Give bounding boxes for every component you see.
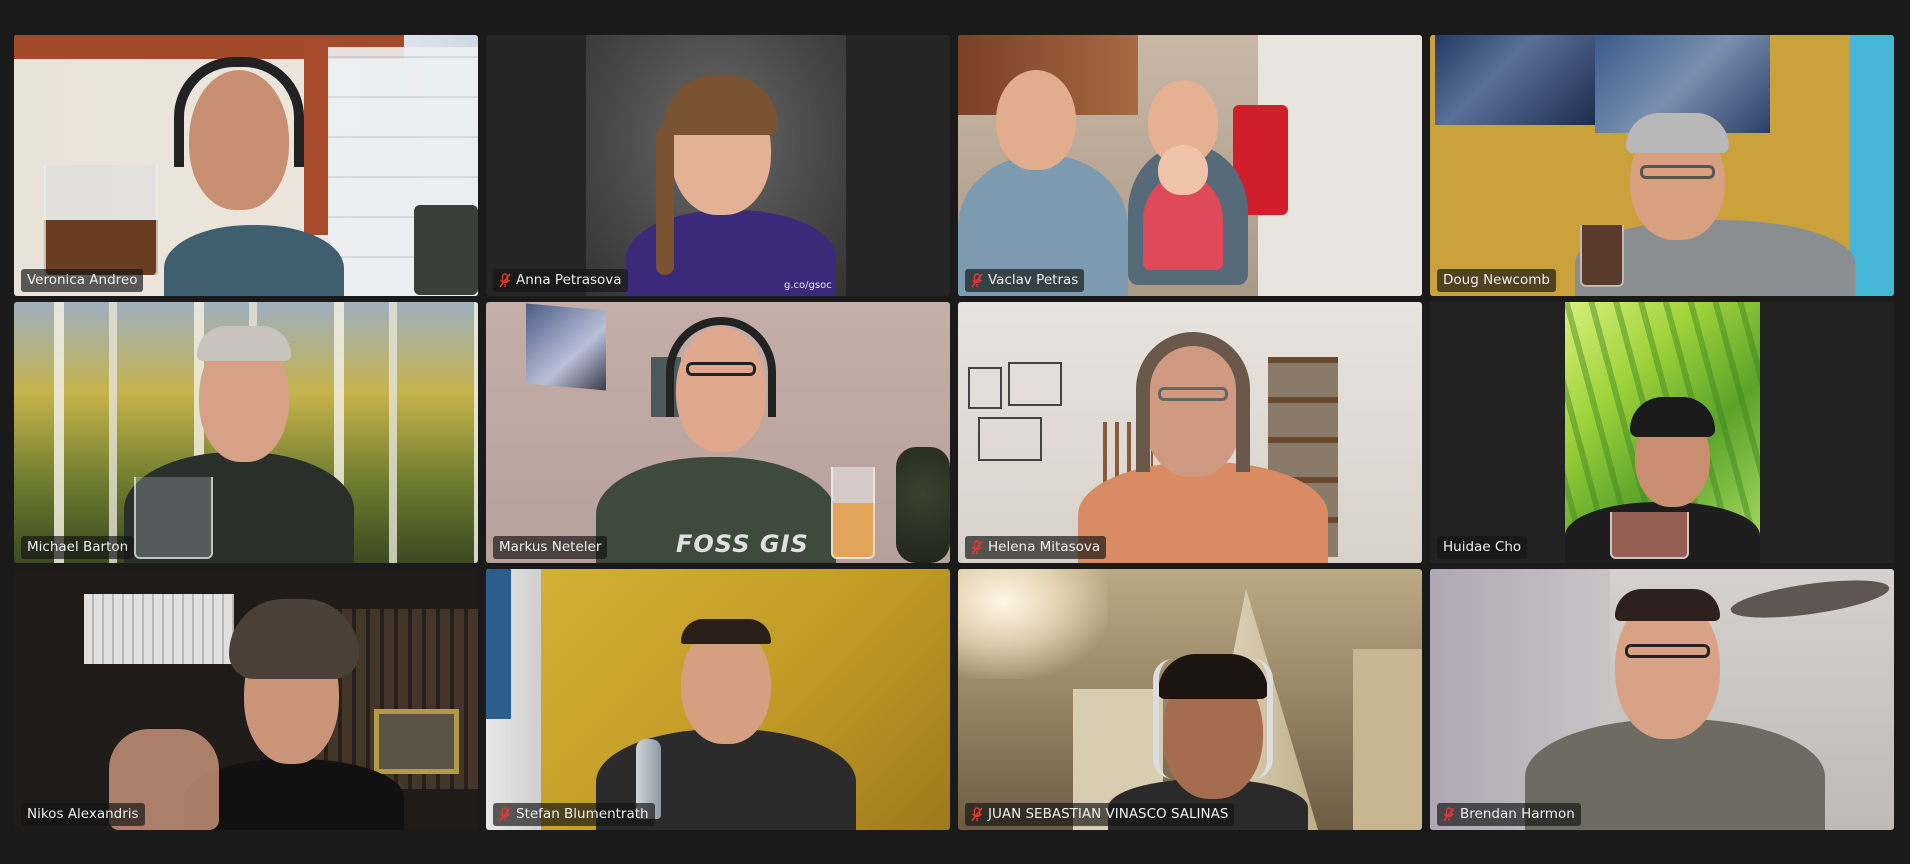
glass bbox=[1580, 225, 1624, 287]
participant-tile-veronica-andreo[interactable]: Veronica Andreo bbox=[14, 35, 478, 296]
participant-tile-michael-barton[interactable]: Michael Barton bbox=[14, 302, 478, 563]
shirt-text: g.co/gsoc bbox=[784, 280, 832, 291]
hair bbox=[1626, 113, 1729, 153]
picture-frame bbox=[374, 709, 459, 774]
person-head bbox=[996, 70, 1076, 170]
participant-name: Brendan Harmon bbox=[1460, 805, 1575, 822]
name-tag: JUAN SEBASTIAN VINASCO SALINAS bbox=[965, 803, 1235, 826]
braid bbox=[656, 125, 674, 275]
participant-tile-anna-petrasova[interactable]: g.co/gsoc Anna Petrasova bbox=[486, 35, 950, 296]
glass bbox=[44, 165, 158, 277]
picture-frame bbox=[968, 367, 1002, 409]
participant-name: Anna Petrasova bbox=[516, 271, 622, 288]
ceiling-fan bbox=[1728, 573, 1892, 625]
participant-video: FOSS GIS bbox=[486, 302, 950, 563]
mic-muted-icon bbox=[499, 807, 511, 822]
participant-tile-nikos-alexandris[interactable]: Nikos Alexandris bbox=[14, 569, 478, 830]
participant-name: Stefan Blumentrath bbox=[516, 805, 649, 822]
mic-muted-icon bbox=[971, 807, 983, 822]
participant-tile-markus-neteler[interactable]: FOSS GIS Markus Neteler bbox=[486, 302, 950, 563]
mic-muted-icon bbox=[1443, 807, 1455, 822]
participant-video bbox=[958, 35, 1422, 296]
mic-muted-icon bbox=[971, 540, 983, 555]
name-tag: Veronica Andreo bbox=[21, 269, 144, 292]
person-body bbox=[1078, 462, 1328, 563]
headphones bbox=[174, 57, 304, 167]
participant-tile-doug-newcomb[interactable]: Doug Newcomb bbox=[1430, 35, 1894, 296]
participant-video bbox=[1430, 569, 1894, 830]
participant-video: g.co/gsoc bbox=[486, 35, 950, 296]
participant-name: Doug Newcomb bbox=[1443, 271, 1550, 288]
name-tag: Huidae Cho bbox=[1437, 536, 1528, 559]
name-tag: Stefan Blumentrath bbox=[493, 803, 655, 826]
glasses bbox=[686, 362, 756, 376]
beer-glass bbox=[831, 467, 875, 559]
plant bbox=[896, 447, 950, 563]
participant-tile-juan-sebastian-vinasco-salinas[interactable]: JUAN SEBASTIAN VINASCO SALINAS bbox=[958, 569, 1422, 830]
baby-head bbox=[1158, 145, 1208, 195]
participant-name: Markus Neteler bbox=[499, 538, 602, 555]
participant-tile-brendan-harmon[interactable]: Brendan Harmon bbox=[1430, 569, 1894, 830]
participant-video bbox=[14, 302, 478, 563]
hair bbox=[197, 326, 291, 361]
participant-name: Michael Barton bbox=[27, 538, 129, 555]
participant-name: Nikos Alexandris bbox=[27, 805, 139, 822]
participant-video bbox=[486, 569, 950, 830]
door bbox=[1353, 649, 1422, 830]
name-tag: Brendan Harmon bbox=[1437, 803, 1581, 826]
blue-wall bbox=[1850, 35, 1894, 296]
video-gallery: Veronica Andreo g.co/gsoc Anna Petrasova bbox=[14, 35, 1894, 830]
monitor bbox=[414, 205, 478, 295]
participant-video bbox=[1430, 35, 1894, 296]
ceiling-light bbox=[958, 569, 1108, 679]
participant-tile-vaclav-petras[interactable]: Vaclav Petras bbox=[958, 35, 1422, 296]
participant-name: Vaclav Petras bbox=[988, 271, 1079, 288]
name-tag: Michael Barton bbox=[21, 536, 135, 559]
shirt-text: FOSS GIS bbox=[676, 530, 809, 558]
participant-video bbox=[1430, 302, 1894, 563]
participant-tile-huidae-cho[interactable]: Huidae Cho bbox=[1430, 302, 1894, 563]
bookshelf bbox=[84, 594, 234, 664]
participant-name: Helena Mitasova bbox=[988, 538, 1101, 555]
participant-video bbox=[14, 569, 478, 830]
participant-name: Huidae Cho bbox=[1443, 538, 1522, 555]
hair bbox=[681, 619, 771, 644]
wine-glass bbox=[1610, 512, 1689, 559]
hair bbox=[1630, 397, 1715, 437]
hair bbox=[229, 599, 359, 679]
participant-tile-helena-mitasova[interactable]: Helena Mitasova bbox=[958, 302, 1422, 563]
headphones bbox=[1153, 659, 1273, 779]
participant-video bbox=[958, 302, 1422, 563]
name-tag: Nikos Alexandris bbox=[21, 803, 145, 826]
mic-muted-icon bbox=[499, 273, 511, 288]
glasses bbox=[1625, 644, 1710, 658]
name-tag: Anna Petrasova bbox=[493, 269, 628, 292]
participant-video bbox=[14, 35, 478, 296]
participant-tile-stefan-blumentrath[interactable]: Stefan Blumentrath bbox=[486, 569, 950, 830]
glasses bbox=[1640, 165, 1715, 179]
wall-art bbox=[526, 303, 606, 391]
hair bbox=[1136, 332, 1250, 472]
participant-name: JUAN SEBASTIAN VINASCO SALINAS bbox=[988, 805, 1229, 822]
window bbox=[486, 569, 511, 719]
glass bbox=[134, 477, 213, 559]
name-tag: Vaclav Petras bbox=[965, 269, 1085, 292]
participant-video bbox=[958, 569, 1422, 830]
participant-name: Veronica Andreo bbox=[27, 271, 138, 288]
picture-frame bbox=[978, 417, 1042, 461]
glasses bbox=[1158, 387, 1228, 401]
person-body bbox=[164, 225, 344, 296]
hair bbox=[1615, 589, 1720, 621]
map-poster bbox=[1435, 35, 1595, 125]
picture-frame bbox=[1008, 362, 1062, 406]
name-tag: Doug Newcomb bbox=[1437, 269, 1556, 292]
doorframe bbox=[304, 35, 328, 235]
mic-muted-icon bbox=[971, 273, 983, 288]
name-tag: Markus Neteler bbox=[493, 536, 608, 559]
name-tag: Helena Mitasova bbox=[965, 536, 1107, 559]
